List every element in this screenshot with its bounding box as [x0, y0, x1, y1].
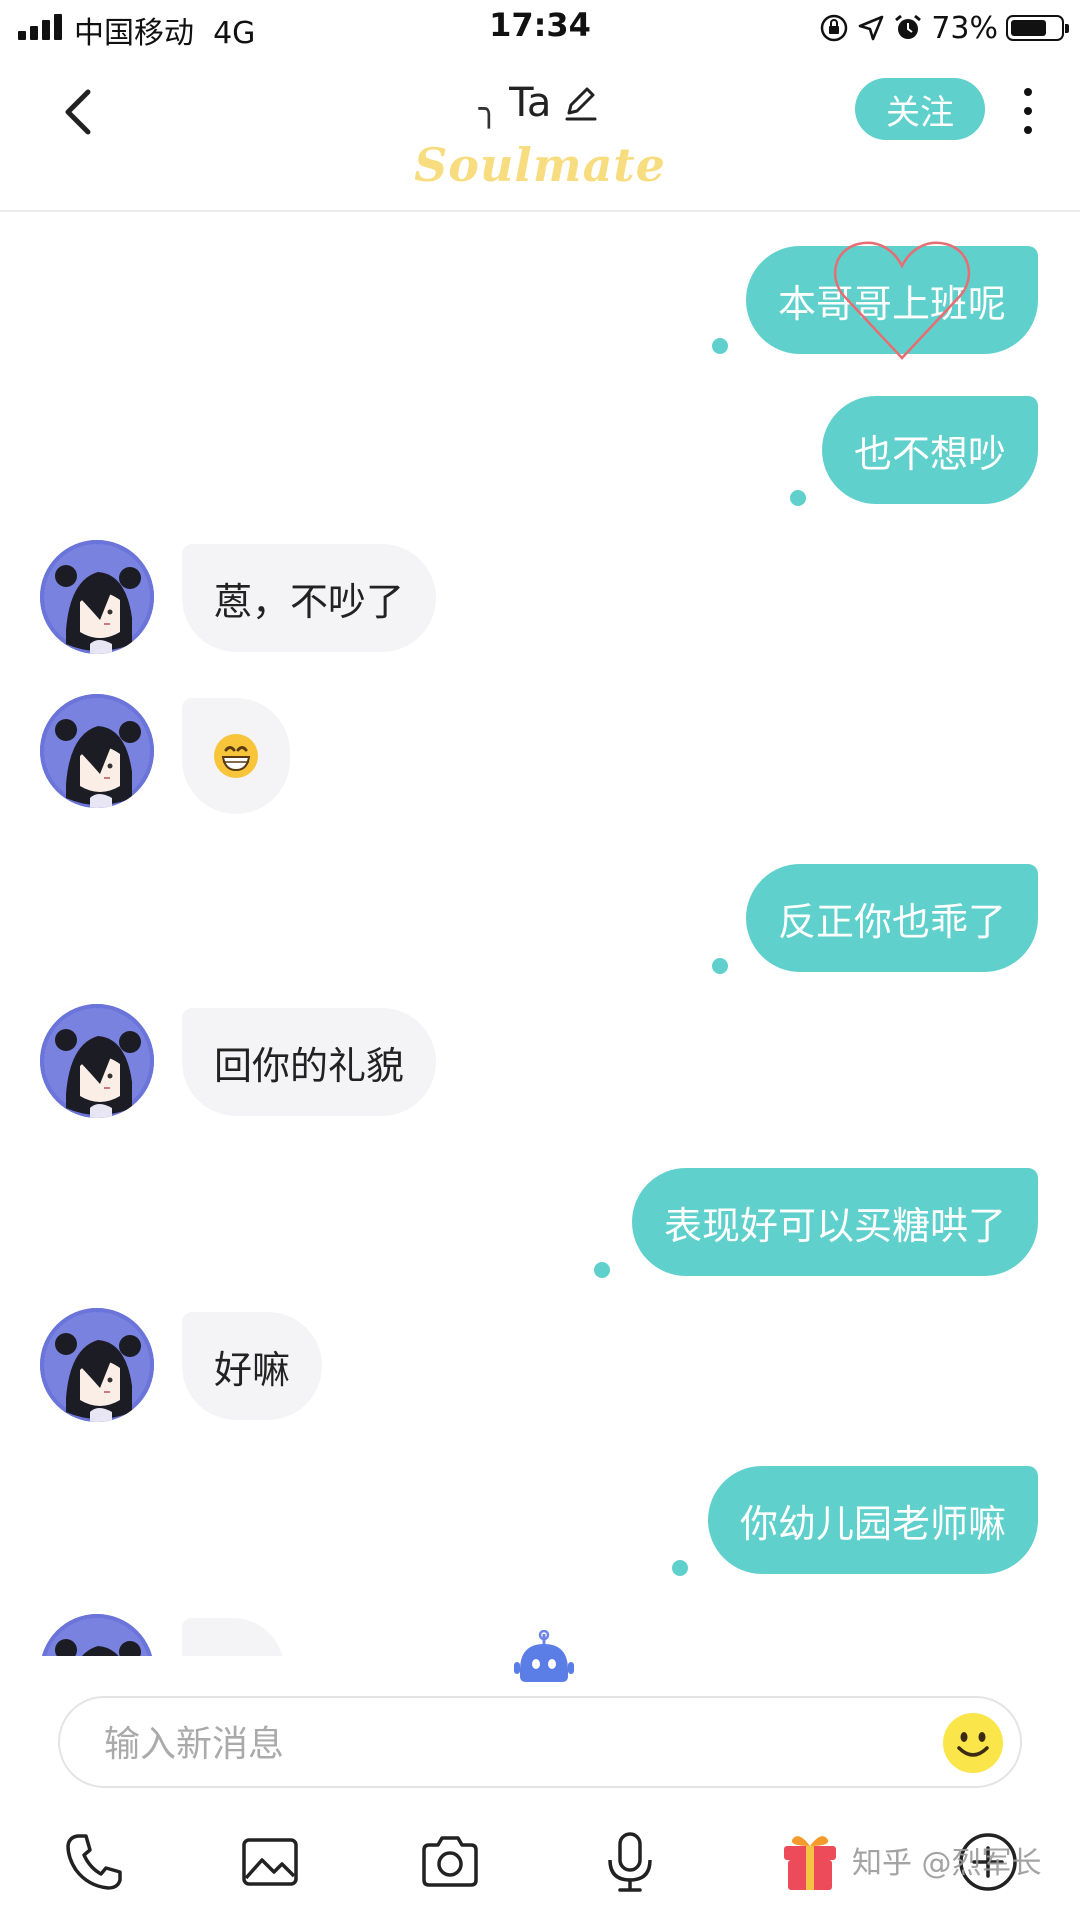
message-bubble[interactable]: 也不想吵 — [821, 396, 1038, 504]
bubble-tail — [594, 1262, 610, 1278]
message-outgoing: 反正你也乖了 — [0, 864, 1080, 1014]
message-outgoing: 也不想吵 — [0, 364, 1080, 514]
message-outgoing: 本哥哥上班呢 — [0, 214, 1080, 364]
bubble-tail — [712, 338, 728, 354]
message-bubble[interactable] — [182, 698, 290, 814]
bubble-tail — [712, 958, 728, 974]
message-incoming: 回你的礼貌 — [0, 998, 1080, 1128]
chat-header: ╮ Ta Soulmate 关注 — [0, 56, 1080, 212]
more-vertical-icon[interactable] — [1016, 86, 1040, 136]
message-bubble[interactable]: 你幼儿园老师嘛 — [707, 1466, 1038, 1574]
avatar[interactable] — [40, 1614, 154, 1656]
title-decoration: ╮ — [478, 89, 500, 129]
message-bubble[interactable]: 回你的礼貌 — [182, 1008, 437, 1116]
message-bubble[interactable]: 表现好可以买糖哄了 — [631, 1168, 1038, 1276]
heart-icon — [833, 241, 971, 360]
avatar[interactable] — [40, 540, 154, 654]
message-outgoing: 表现好可以买糖哄了 — [0, 1164, 1080, 1314]
bubble-tail — [790, 490, 806, 506]
image-icon[interactable] — [236, 1828, 304, 1896]
message-incoming — [0, 686, 1080, 816]
avatar[interactable] — [40, 1308, 154, 1422]
chat-title[interactable]: ╮ Ta — [478, 80, 602, 129]
battery-icon — [1006, 15, 1069, 41]
bubble-tail — [672, 1560, 688, 1576]
location-icon — [859, 15, 884, 41]
message-list[interactable]: 本哥哥上班呢 也不想吵 蒽，不吵了 反正你也乖了 回你的礼貌 表现好可以买糖哄了… — [0, 214, 1080, 1656]
message-incoming: 好嘛 — [0, 1302, 1080, 1432]
message-bubble[interactable]: 草 — [182, 1618, 285, 1656]
message-outgoing: 你幼儿园老师嘛 — [0, 1466, 1080, 1616]
grinning-emoji — [214, 734, 258, 778]
avatar[interactable] — [40, 1004, 154, 1118]
system-icons: 73% — [819, 6, 1069, 50]
battery-percent: 73% — [931, 10, 998, 46]
status-bar: 中国移动 4G 17:34 73% — [0, 0, 1080, 56]
robot-icon[interactable] — [512, 1630, 576, 1690]
message-composer — [58, 1696, 1022, 1788]
watermark: 知乎 @烈军长 — [852, 1846, 1042, 1881]
gift-icon[interactable] — [776, 1828, 844, 1896]
brand-logo: Soulmate — [414, 138, 666, 192]
message-bubble[interactable]: 好嘛 — [182, 1312, 323, 1420]
phone-icon[interactable] — [60, 1828, 128, 1896]
follow-button[interactable]: 关注 — [855, 78, 985, 140]
smiley-icon[interactable] — [940, 1710, 1006, 1776]
message-incoming: 蒽，不吵了 — [0, 534, 1080, 664]
rotation-lock-icon — [821, 14, 848, 42]
contact-name: Ta — [509, 80, 552, 126]
pencil-icon[interactable] — [561, 83, 601, 123]
message-input[interactable] — [104, 1716, 904, 1772]
avatar[interactable] — [40, 694, 154, 808]
camera-icon[interactable] — [416, 1828, 484, 1896]
alarm-icon — [895, 14, 922, 39]
microphone-icon[interactable] — [596, 1828, 664, 1896]
message-bubble[interactable]: 反正你也乖了 — [745, 864, 1038, 972]
message-bubble[interactable]: 蒽，不吵了 — [182, 544, 437, 652]
